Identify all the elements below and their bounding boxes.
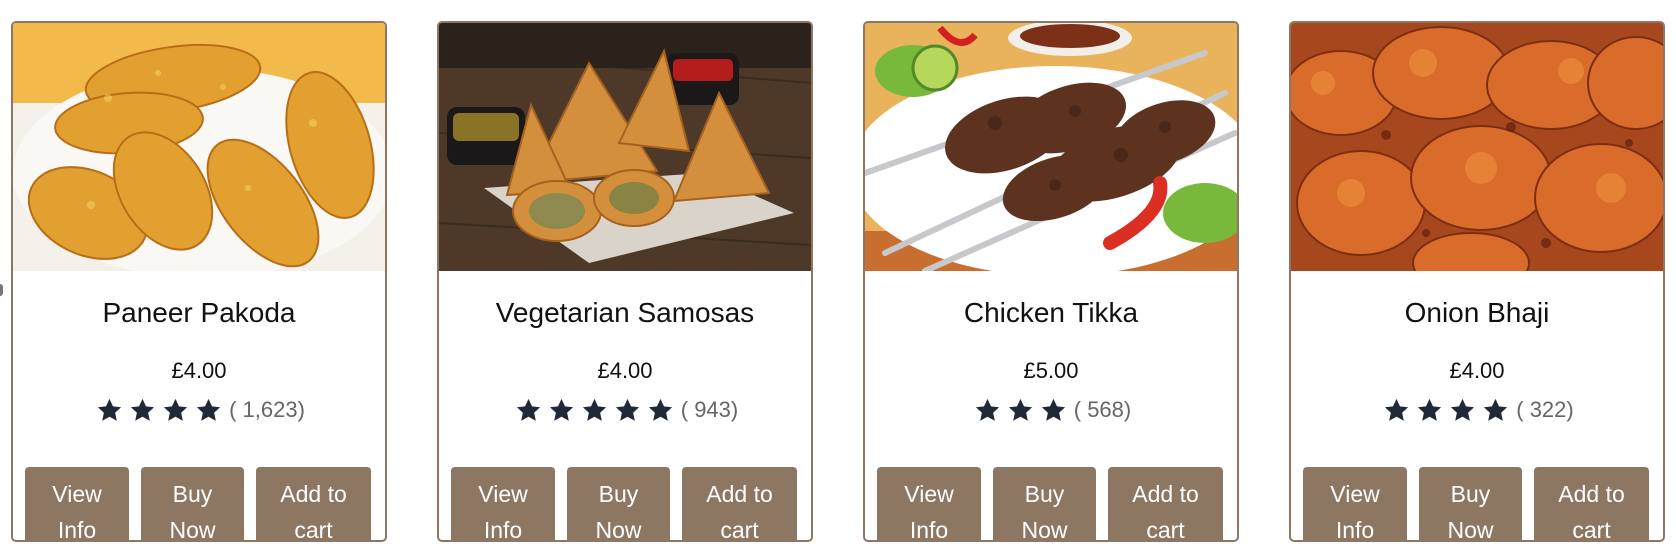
add-to-cart-button[interactable]: Add to cart bbox=[1108, 467, 1223, 540]
card-actions: View Info Buy Now Add to cart bbox=[877, 467, 1223, 540]
star-icon bbox=[1418, 398, 1442, 421]
star-icon bbox=[975, 398, 999, 421]
add-to-cart-button[interactable]: Add to cart bbox=[682, 467, 797, 540]
card-actions: View Info Buy Now Add to cart bbox=[25, 467, 371, 540]
review-count: ( 1,623) bbox=[229, 397, 305, 422]
add-to-cart-button[interactable]: Add to cart bbox=[256, 467, 371, 540]
product-price: £4.00 bbox=[597, 358, 653, 383]
product-card: Onion Bhaji £4.00 ( 322) View Info Buy N… bbox=[1289, 21, 1665, 542]
star-icon bbox=[516, 398, 540, 421]
buy-now-button[interactable]: Buy Now bbox=[1419, 467, 1522, 540]
star-icon bbox=[130, 398, 155, 421]
card-actions: View Info Buy Now Add to cart bbox=[1303, 467, 1649, 540]
vegetarian-samosas-photo bbox=[439, 23, 811, 271]
buy-now-button[interactable]: Buy Now bbox=[993, 467, 1096, 540]
paneer-pakoda-photo bbox=[13, 23, 385, 271]
star-icon bbox=[549, 398, 573, 421]
card-actions: View Info Buy Now Add to cart bbox=[451, 467, 797, 540]
product-title: Onion Bhaji bbox=[1404, 297, 1550, 328]
star-icon bbox=[196, 398, 221, 421]
buy-now-button[interactable]: Buy Now bbox=[567, 467, 670, 540]
product-rating: ( 1,623) bbox=[13, 394, 385, 426]
star-icon bbox=[648, 398, 672, 421]
view-info-button[interactable]: View Info bbox=[451, 467, 555, 540]
view-info-button[interactable]: View Info bbox=[25, 467, 129, 540]
review-count: ( 943) bbox=[680, 397, 739, 422]
product-rating: ( 322) bbox=[1291, 394, 1663, 426]
review-count: ( 568) bbox=[1073, 397, 1132, 422]
star-icon bbox=[1385, 398, 1409, 421]
page-edge-marker bbox=[0, 284, 3, 296]
product-rating: ( 568) bbox=[865, 394, 1237, 426]
add-to-cart-button[interactable]: Add to cart bbox=[1534, 467, 1649, 540]
product-price: £5.00 bbox=[1023, 358, 1079, 383]
view-info-button[interactable]: View Info bbox=[877, 467, 981, 540]
product-price: £4.00 bbox=[1449, 358, 1505, 383]
star-icon bbox=[1041, 398, 1065, 421]
star-icon bbox=[1008, 398, 1032, 421]
chicken-tikka-photo bbox=[865, 23, 1237, 271]
onion-bhaji-photo bbox=[1291, 23, 1663, 271]
product-title: Paneer Pakoda bbox=[102, 297, 296, 328]
product-card: Vegetarian Samosas £4.00 ( 943) View Inf… bbox=[437, 21, 813, 542]
product-title: Vegetarian Samosas bbox=[495, 297, 755, 328]
product-card: Chicken Tikka £5.00 ( 568) View Info Buy… bbox=[863, 21, 1239, 542]
buy-now-button[interactable]: Buy Now bbox=[141, 467, 244, 540]
star-icon bbox=[615, 398, 639, 421]
star-icon bbox=[1451, 398, 1475, 421]
product-title: Chicken Tikka bbox=[963, 297, 1139, 328]
star-icon bbox=[582, 398, 606, 421]
product-grid: Paneer Pakoda £4.00 ( 1,623) View Info B… bbox=[11, 21, 1665, 542]
review-count: ( 322) bbox=[1516, 397, 1574, 422]
product-rating: ( 943) bbox=[439, 394, 811, 426]
view-info-button[interactable]: View Info bbox=[1303, 467, 1407, 540]
star-icon bbox=[163, 398, 188, 421]
product-price: £4.00 bbox=[171, 358, 227, 383]
product-card: Paneer Pakoda £4.00 ( 1,623) View Info B… bbox=[11, 21, 387, 542]
star-icon bbox=[1484, 398, 1508, 421]
star-icon bbox=[97, 398, 122, 421]
